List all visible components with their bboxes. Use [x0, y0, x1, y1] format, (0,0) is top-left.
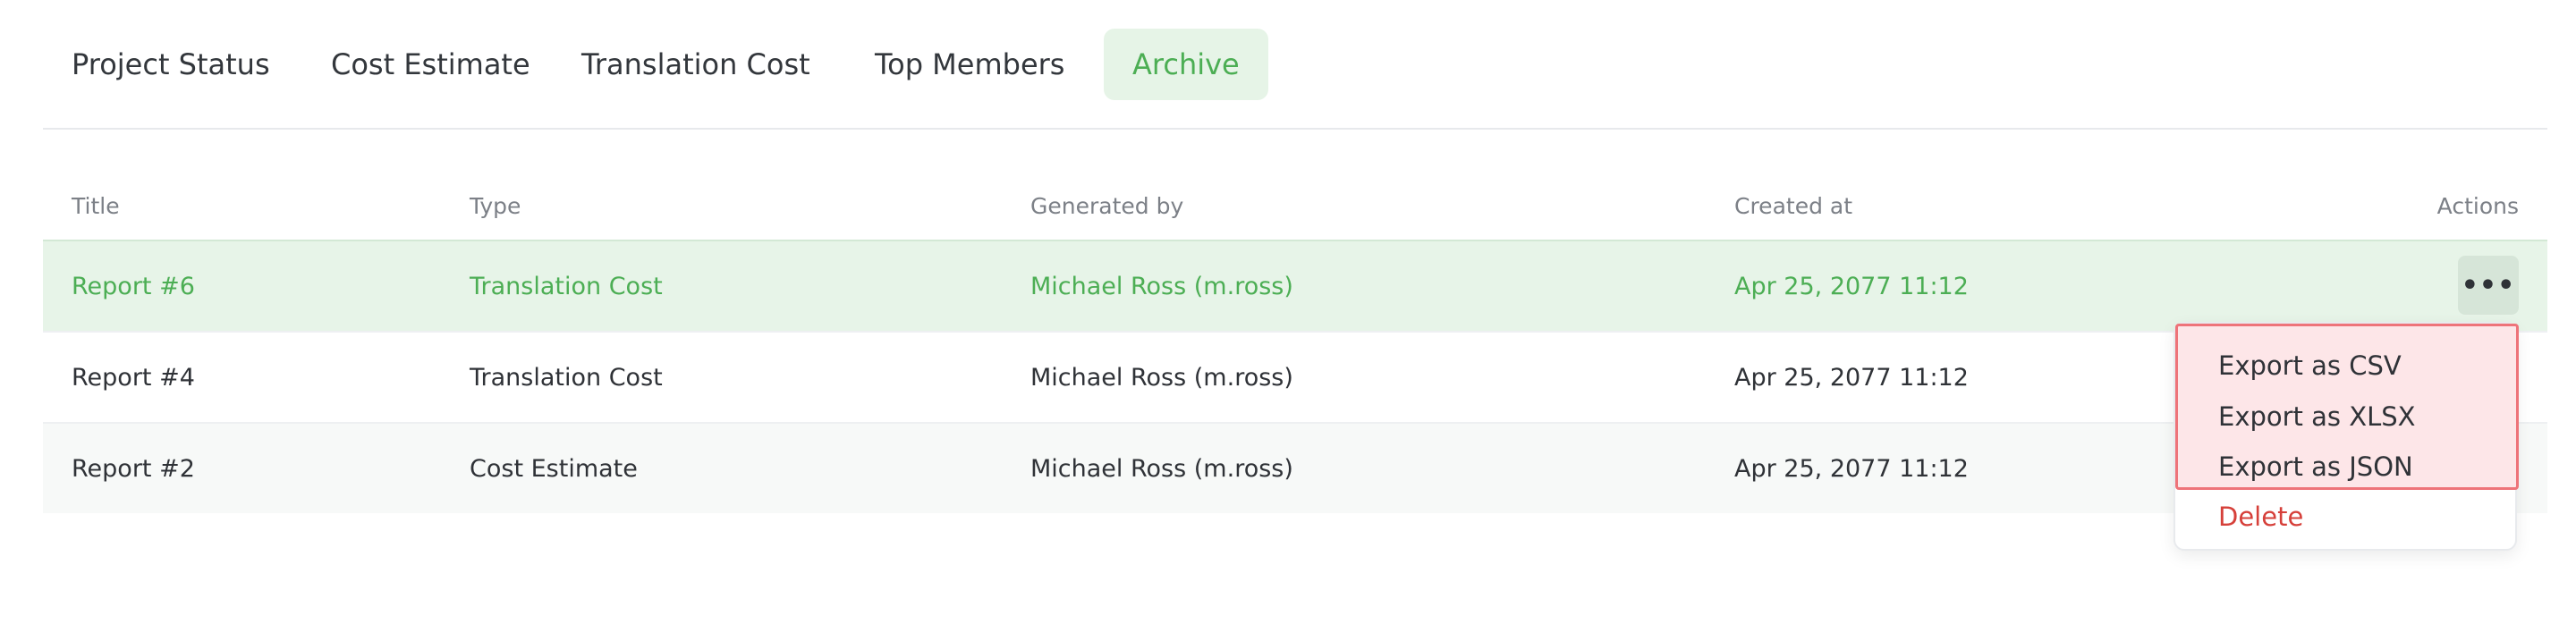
reports-table: Title Type Generated by Created at Actio… [43, 175, 2547, 513]
report-created-at: Apr 25, 2077 11:12 [1734, 454, 1969, 483]
export-csv-menu-item[interactable]: Export as CSV [2218, 343, 2402, 388]
report-title: Report #2 [72, 454, 195, 483]
report-title: Report #6 [72, 272, 195, 300]
report-created-at: Apr 25, 2077 11:12 [1734, 272, 1969, 300]
column-header-actions: Actions [2436, 193, 2519, 219]
export-json-menu-item[interactable]: Export as JSON [2218, 444, 2413, 489]
column-header-type: Type [470, 193, 521, 219]
table-header: Title Type Generated by Created at Actio… [43, 175, 2547, 240]
table-row[interactable]: Report #6 Translation Cost Michael Ross … [43, 240, 2547, 331]
report-tabs: Project Status Cost Estimate Translation… [43, 27, 2547, 130]
tab-translation-cost[interactable]: Translation Cost [553, 29, 839, 100]
report-type: Translation Cost [470, 272, 663, 300]
delete-menu-item[interactable]: Delete [2218, 494, 2303, 539]
column-header-title: Title [72, 193, 120, 219]
report-generated-by: Michael Ross (m.ross) [1030, 454, 1293, 483]
report-created-at: Apr 25, 2077 11:12 [1734, 363, 1969, 392]
column-header-generated-by: Generated by [1030, 193, 1184, 219]
report-generated-by: Michael Ross (m.ross) [1030, 363, 1293, 392]
archive-page: Project Status Cost Estimate Translation… [0, 0, 2576, 624]
report-generated-by: Michael Ross (m.ross) [1030, 272, 1293, 300]
more-horizontal-icon: ••• [2461, 269, 2516, 301]
tab-archive[interactable]: Archive [1104, 29, 1268, 100]
tab-top-members[interactable]: Top Members [846, 29, 1093, 100]
column-header-created-at: Created at [1734, 193, 1853, 219]
report-title: Report #4 [72, 363, 195, 392]
tab-cost-estimate[interactable]: Cost Estimate [302, 29, 559, 100]
row-actions-menu: Export as CSV Export as XLSX Export as J… [2174, 322, 2519, 551]
tab-project-status[interactable]: Project Status [43, 29, 299, 100]
report-type: Translation Cost [470, 363, 663, 392]
row-actions-button[interactable]: ••• [2458, 256, 2519, 315]
report-type: Cost Estimate [470, 454, 638, 483]
export-xlsx-menu-item[interactable]: Export as XLSX [2218, 394, 2416, 439]
table-row[interactable]: Report #2 Cost Estimate Michael Ross (m.… [43, 422, 2547, 513]
table-row[interactable]: Report #4 Translation Cost Michael Ross … [43, 331, 2547, 422]
